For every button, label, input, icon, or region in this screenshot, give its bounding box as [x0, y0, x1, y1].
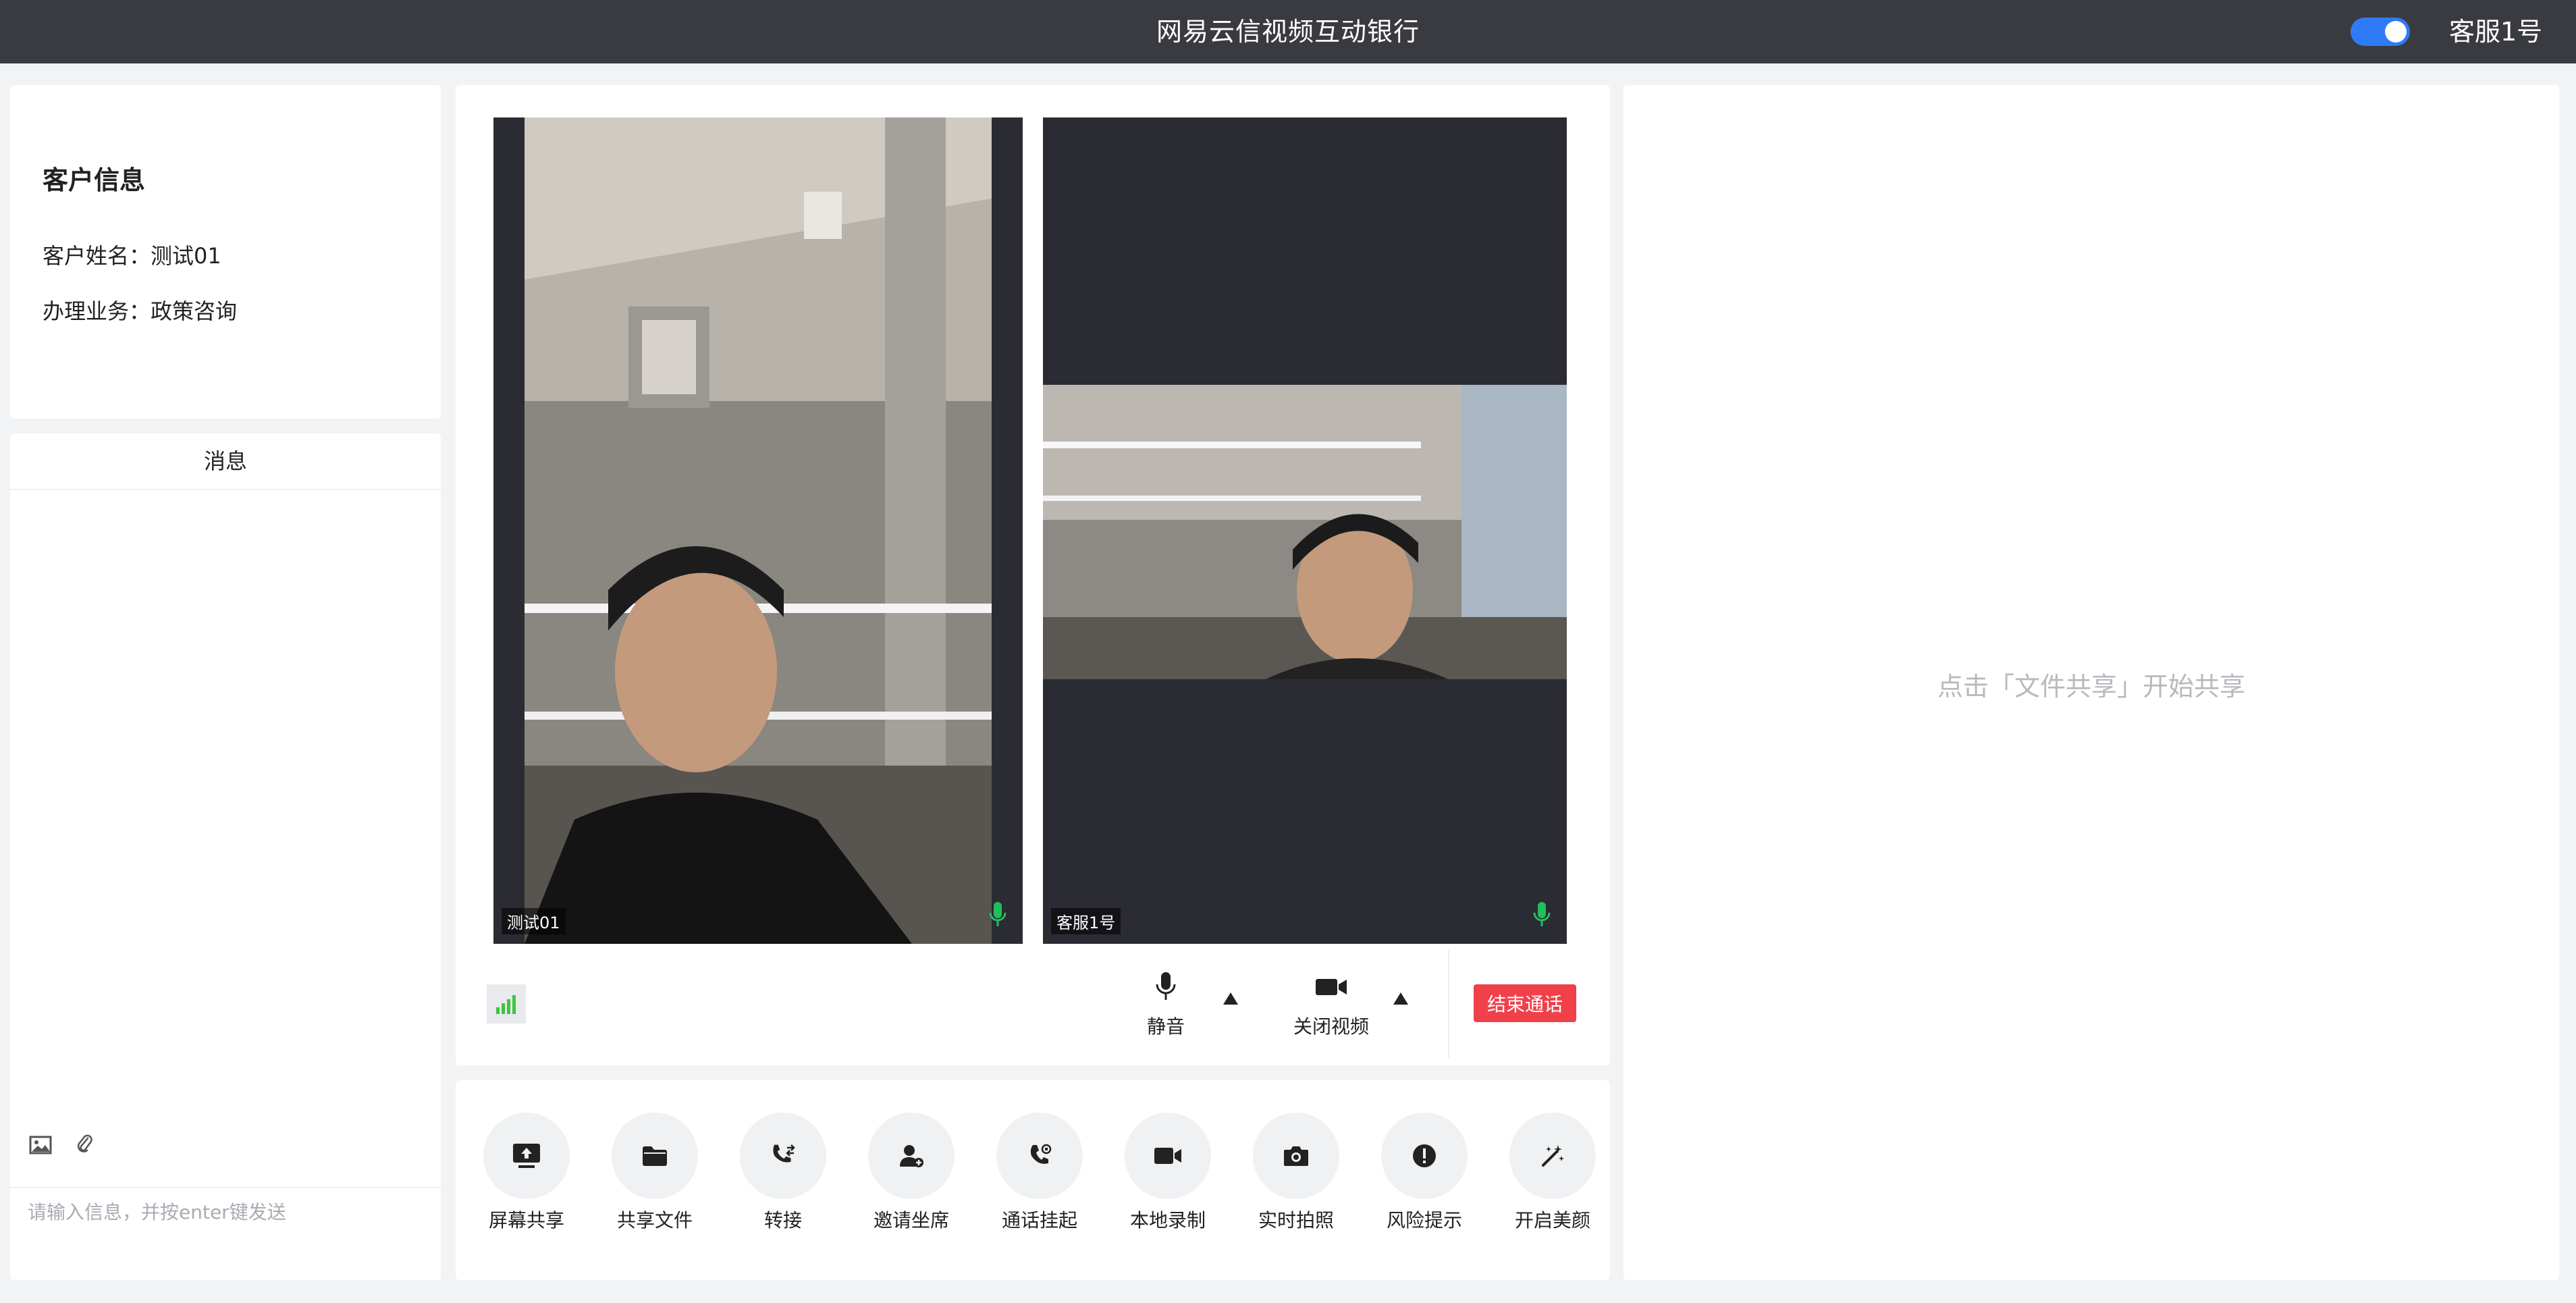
customer-info-panel: 客户信息 客户姓名：测试01 办理业务：政策咨询: [10, 85, 441, 419]
transfer-button[interactable]: 转接: [732, 1113, 834, 1233]
app-title: 网易云信视频互动银行: [1156, 17, 1420, 47]
customer-name-value: 测试01: [151, 243, 221, 269]
snapshot-label: 实时拍照: [1258, 1209, 1334, 1231]
message-input[interactable]: [26, 1195, 427, 1229]
call-control-bar: 静音 关闭视频 结束通话: [456, 944, 1610, 1065]
end-call-button[interactable]: 结束通话: [1474, 984, 1576, 1022]
messages-panel: 消息: [10, 433, 441, 1280]
messages-heading: 消息: [10, 433, 441, 490]
control-divider: [1448, 951, 1449, 1059]
video-camera-icon: [1125, 1113, 1211, 1199]
hold-call-label: 通话挂起: [1001, 1209, 1077, 1231]
transfer-label: 转接: [763, 1209, 802, 1231]
actions-panel: 屏幕共享 共享文件 转接 邀请坐席 通话挂起 本地录制 实时拍照 风险提示 开启…: [456, 1080, 1610, 1280]
audio-options-caret-icon[interactable]: [1223, 992, 1238, 1005]
screen-share-button[interactable]: 屏幕共享: [476, 1113, 577, 1233]
business-value: 政策咨询: [151, 298, 238, 324]
risk-alert-label: 风险提示: [1386, 1209, 1462, 1231]
folder-icon: [612, 1113, 698, 1199]
status-toggle[interactable]: [2351, 18, 2410, 46]
customer-business-row: 办理业务：政策咨询: [43, 294, 237, 325]
agent-video-label: 客服1号: [1051, 908, 1121, 934]
screen-share-label: 屏幕共享: [488, 1209, 564, 1231]
mute-button[interactable]: 静音: [1125, 971, 1206, 1039]
paperclip-icon[interactable]: [76, 1133, 93, 1157]
microphone-icon: [1154, 972, 1177, 1007]
message-toolbar: [29, 1133, 113, 1157]
customer-info-heading: 客户信息: [43, 165, 146, 195]
top-bar: 网易云信视频互动银行 客服1号: [0, 0, 2576, 63]
alert-icon: [1381, 1113, 1468, 1199]
customer-video-feed: [493, 117, 1023, 944]
video-panel: 测试01 客服1号 静音 关闭视频 结束通话: [456, 85, 1610, 1065]
file-share-panel: 点击「文件共享」开始共享: [1624, 85, 2559, 1280]
signal-strength-icon: [487, 984, 526, 1023]
hold-call-button[interactable]: 通话挂起: [989, 1113, 1090, 1233]
mute-label: 静音: [1146, 1015, 1185, 1038]
agent-video-feed: [1043, 117, 1567, 944]
video-off-button[interactable]: 关闭视频: [1274, 971, 1389, 1039]
customer-name-label: 客户姓名：: [43, 243, 151, 269]
transfer-call-icon: [740, 1113, 826, 1199]
customer-name-row: 客户姓名：测试01: [43, 239, 221, 270]
customer-mic-icon: [989, 901, 1007, 932]
beauty-mode-button[interactable]: 开启美颜: [1502, 1113, 1603, 1233]
share-file-button[interactable]: 共享文件: [604, 1113, 705, 1233]
local-record-label: 本地录制: [1129, 1209, 1206, 1231]
message-input-area: [10, 1187, 441, 1281]
screen-share-icon: [483, 1113, 570, 1199]
invite-agent-label: 邀请坐席: [873, 1209, 949, 1231]
image-icon[interactable]: [29, 1136, 52, 1157]
toggle-knob: [2385, 21, 2407, 43]
agent-video: 客服1号: [1043, 117, 1567, 944]
video-camera-icon: [1314, 979, 1348, 1007]
invite-agent-icon: [868, 1113, 955, 1199]
agent-mic-icon: [1533, 901, 1551, 932]
invite-agent-button[interactable]: 邀请坐席: [861, 1113, 962, 1233]
snapshot-button[interactable]: 实时拍照: [1245, 1113, 1347, 1233]
beauty-mode-label: 开启美颜: [1514, 1209, 1590, 1231]
file-share-hint: 点击「文件共享」开始共享: [1937, 672, 2245, 701]
customer-video: 测试01: [493, 117, 1023, 944]
share-file-label: 共享文件: [616, 1209, 693, 1231]
customer-video-label: 测试01: [502, 908, 566, 934]
video-options-caret-icon[interactable]: [1393, 992, 1408, 1005]
local-record-button[interactable]: 本地录制: [1117, 1113, 1218, 1233]
camera-icon: [1253, 1113, 1339, 1199]
video-off-label: 关闭视频: [1293, 1015, 1369, 1038]
risk-alert-button[interactable]: 风险提示: [1374, 1113, 1475, 1233]
agent-name[interactable]: 客服1号: [2449, 0, 2542, 63]
hold-call-icon: [996, 1113, 1083, 1199]
business-label: 办理业务：: [43, 298, 151, 324]
magic-wand-icon: [1509, 1113, 1596, 1199]
